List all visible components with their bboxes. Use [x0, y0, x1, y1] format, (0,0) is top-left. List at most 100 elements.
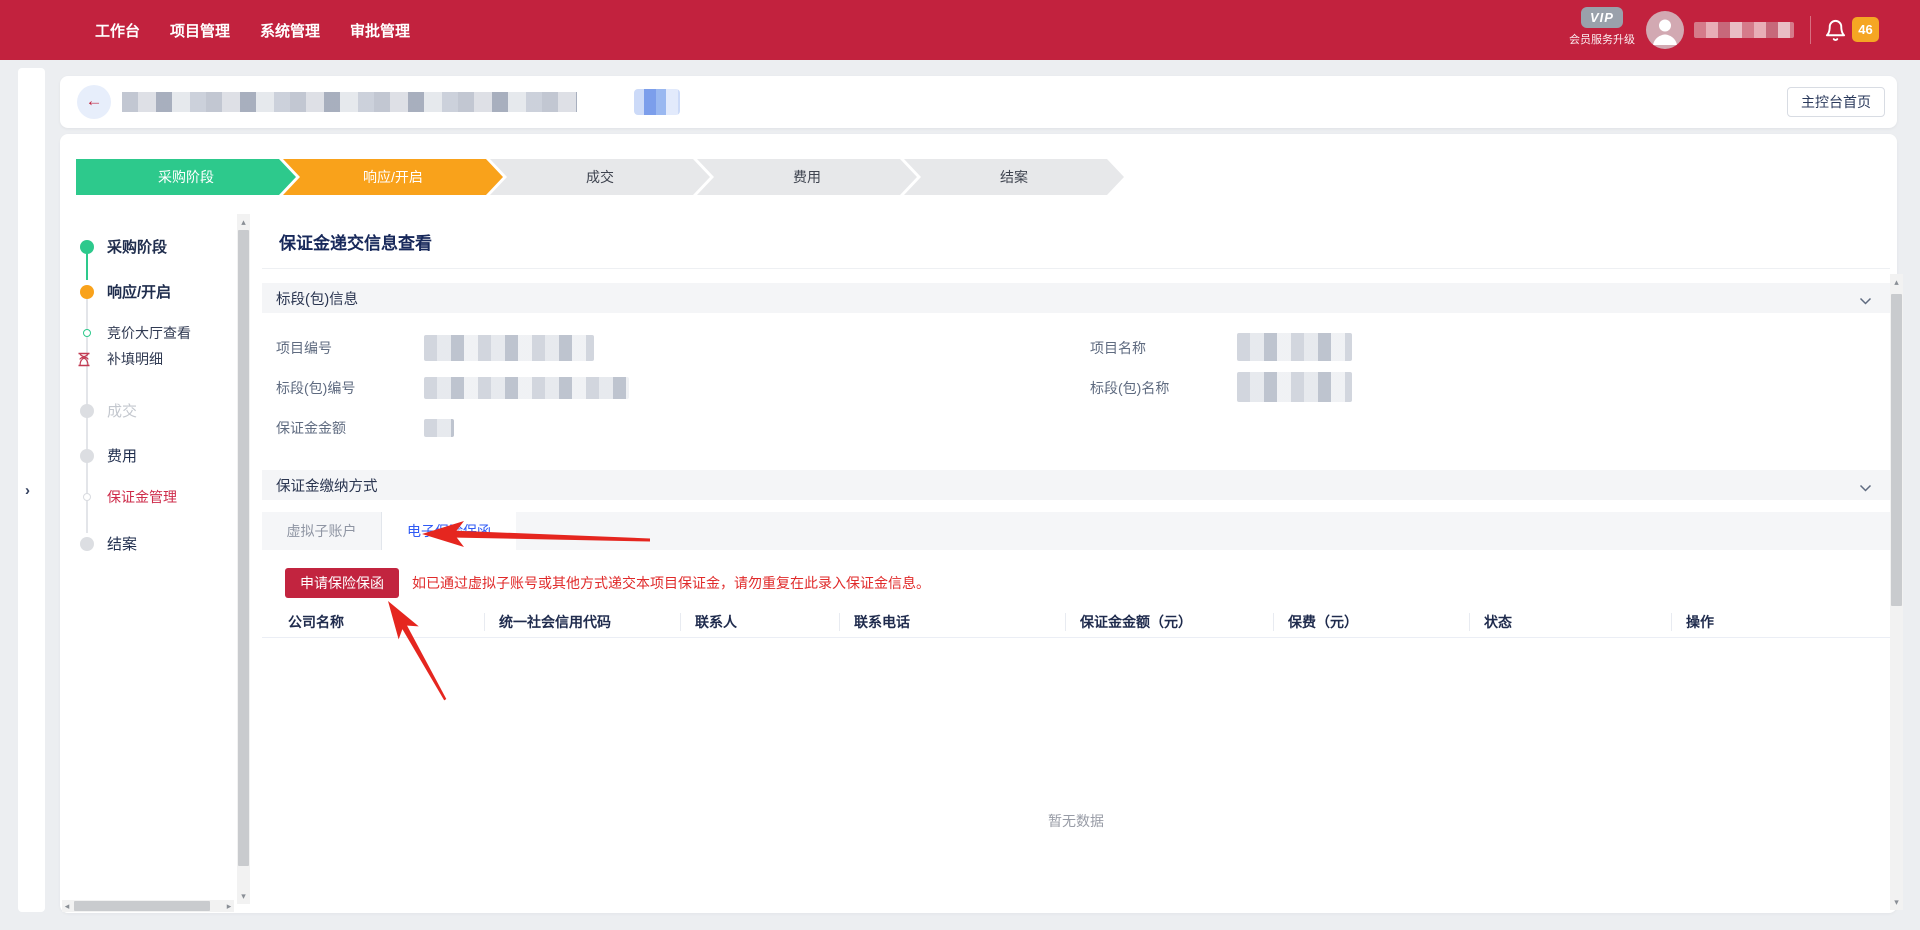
sidebar-item-label: 保证金管理: [107, 487, 177, 507]
done-dot-icon: [80, 240, 94, 254]
nav-item-system-mgmt[interactable]: 系统管理: [260, 20, 320, 41]
scroll-up-arrow-icon[interactable]: ▴: [237, 216, 250, 228]
nav-item-workbench[interactable]: 工作台: [95, 20, 140, 41]
tab-electronic-insurance-guarantee[interactable]: 电子保险保函: [382, 512, 516, 550]
scrollbar-thumb[interactable]: [238, 230, 249, 866]
col-contact-person: 联系人: [680, 613, 839, 631]
collapse-chevron-down-icon[interactable]: [1859, 293, 1872, 311]
field-label-deposit-amount: 保证金金额: [276, 418, 346, 438]
pending-dot-icon: [80, 449, 94, 463]
field-label-package-name: 标段(包)名称: [1090, 378, 1169, 398]
page-header-card: ← 主控台首页: [60, 76, 1897, 128]
field-value-project-name-redacted: [1237, 333, 1352, 361]
username-redacted: [1694, 22, 1794, 38]
sidebar-item-label: 费用: [107, 445, 137, 466]
col-deposit-amount: 保证金金额（元）: [1065, 613, 1273, 631]
page: 工作台 项目管理 系统管理 审批管理 VIP 会员服务升级 46 ›: [0, 0, 1920, 930]
process-steps: 采购阶段 响应/开启 成交 费用 结案: [76, 159, 1136, 195]
step-procurement-stage[interactable]: 采购阶段: [76, 159, 296, 195]
divider: [262, 268, 1890, 269]
field-label-project-name: 项目名称: [1090, 338, 1146, 358]
col-status: 状态: [1469, 613, 1671, 631]
section-payment-method: 保证金缴纳方式: [262, 470, 1890, 500]
pending-dot-icon: [80, 537, 94, 551]
col-premium: 保费（元）: [1273, 613, 1469, 631]
nav-menu: 工作台 项目管理 系统管理 审批管理: [95, 0, 410, 60]
project-title-redacted: [122, 92, 577, 112]
step-response-open[interactable]: 响应/开启: [283, 159, 503, 195]
duplicate-deposit-warning: 如已通过虚拟子账号或其他方式递交本项目保证金，请勿重复在此录入保证金信息。: [412, 568, 930, 598]
collapse-chevron-down-icon[interactable]: [1859, 480, 1872, 498]
notification-count-badge[interactable]: 46: [1852, 17, 1879, 42]
col-contact-phone: 联系电话: [839, 613, 1065, 631]
step-closure[interactable]: 结案: [904, 159, 1124, 195]
sidebar-horizontal-scrollbar[interactable]: ◂ ▸: [62, 900, 234, 912]
step-fees[interactable]: 费用: [697, 159, 917, 195]
sidebar-item-label: 响应/开启: [107, 281, 171, 302]
sub-dot-icon: [83, 329, 91, 337]
main-vertical-scrollbar[interactable]: ▴ ▾: [1890, 274, 1903, 910]
nav-item-approval-mgmt[interactable]: 审批管理: [350, 20, 410, 41]
sidebar-item-deposit-mgmt[interactable]: 保证金管理: [80, 487, 177, 507]
empty-state-text: 暂无数据: [262, 811, 1890, 831]
field-value-package-code-redacted: [424, 377, 629, 399]
scroll-down-arrow-icon[interactable]: ▾: [1890, 896, 1903, 908]
arrow-left-icon: ←: [86, 91, 103, 110]
field-value-package-name-redacted: [1237, 372, 1352, 402]
sidebar-item-bidding-hall[interactable]: 竞价大厅查看: [80, 323, 191, 343]
scroll-up-arrow-icon[interactable]: ▴: [1890, 276, 1903, 288]
scrollbar-thumb[interactable]: [1891, 294, 1902, 606]
user-avatar[interactable]: [1646, 11, 1684, 49]
sidebar-item-closure[interactable]: 结案: [80, 533, 137, 554]
sub-dot-icon: [83, 493, 91, 501]
sidebar-item-label: 竞价大厅查看: [107, 323, 191, 343]
notification-bell-icon[interactable]: [1824, 17, 1848, 43]
sidebar-item-fees[interactable]: 费用: [80, 445, 137, 466]
field-label-package-code: 标段(包)编号: [276, 378, 355, 398]
col-actions: 操作: [1671, 613, 1890, 631]
scroll-left-arrow-icon[interactable]: ◂: [62, 900, 72, 912]
content-card: 采购阶段 响应/开启 成交 费用 结案 采购阶段 响应/开启 竞价大厅查看 补填…: [60, 134, 1897, 913]
console-home-button[interactable]: 主控台首页: [1787, 87, 1885, 117]
sidebar-item-label: 采购阶段: [107, 236, 167, 257]
col-credit-code: 统一社会信用代码: [484, 613, 680, 631]
guarantee-table-header: 公司名称 统一社会信用代码 联系人 联系电话 保证金金额（元） 保费（元） 状态…: [262, 606, 1890, 638]
sidebar-item-fill-details[interactable]: 补填明细: [80, 349, 163, 369]
sidebar-item-procurement-stage[interactable]: 采购阶段: [80, 236, 167, 257]
section-title: 标段(包)信息: [276, 288, 358, 309]
sidebar-vertical-scrollbar[interactable]: ▴ ▾: [237, 214, 250, 904]
vip-upgrade[interactable]: VIP 会员服务升级: [1552, 7, 1652, 47]
person-icon: [1646, 11, 1684, 49]
pending-dot-icon: [80, 404, 94, 418]
scroll-down-arrow-icon[interactable]: ▾: [237, 890, 250, 902]
vip-caption: 会员服务升级: [1552, 31, 1652, 47]
step-deal[interactable]: 成交: [490, 159, 710, 195]
hourglass-icon: [77, 352, 91, 367]
scroll-right-arrow-icon[interactable]: ▸: [224, 900, 234, 912]
sidebar-item-label: 成交: [107, 400, 137, 421]
field-value-deposit-amount-redacted: [424, 419, 454, 437]
back-button[interactable]: ←: [77, 85, 111, 119]
sidebar-item-label: 补填明细: [107, 349, 163, 369]
section-title: 保证金缴纳方式: [276, 475, 378, 496]
status-badge-redacted: [634, 89, 680, 115]
active-dot-icon: [80, 285, 94, 299]
section-package-info: 标段(包)信息: [262, 283, 1890, 313]
top-navbar: 工作台 项目管理 系统管理 审批管理 VIP 会员服务升级 46: [0, 0, 1920, 60]
scrollbar-thumb[interactable]: [74, 901, 210, 911]
tab-virtual-subaccount[interactable]: 虚拟子账户: [262, 512, 382, 550]
expand-chevron-right-icon[interactable]: ›: [25, 482, 30, 499]
nav-item-project-mgmt[interactable]: 项目管理: [170, 20, 230, 41]
field-value-project-code-redacted: [424, 335, 594, 361]
field-label-project-code: 项目编号: [276, 338, 332, 358]
page-title: 保证金递交信息查看: [279, 229, 432, 254]
payment-tabs: 虚拟子账户 电子保险保函: [262, 512, 1890, 550]
collapsed-panel-strip: ›: [18, 68, 45, 912]
sidebar-item-deal[interactable]: 成交: [80, 400, 137, 421]
nav-divider: [1810, 16, 1811, 44]
sidebar-item-label: 结案: [107, 533, 137, 554]
vip-icon: VIP: [1581, 7, 1623, 28]
sidebar-item-response-open[interactable]: 响应/开启: [80, 281, 171, 302]
col-company-name: 公司名称: [262, 612, 484, 632]
apply-insurance-guarantee-button[interactable]: 申请保险保函: [285, 568, 399, 598]
